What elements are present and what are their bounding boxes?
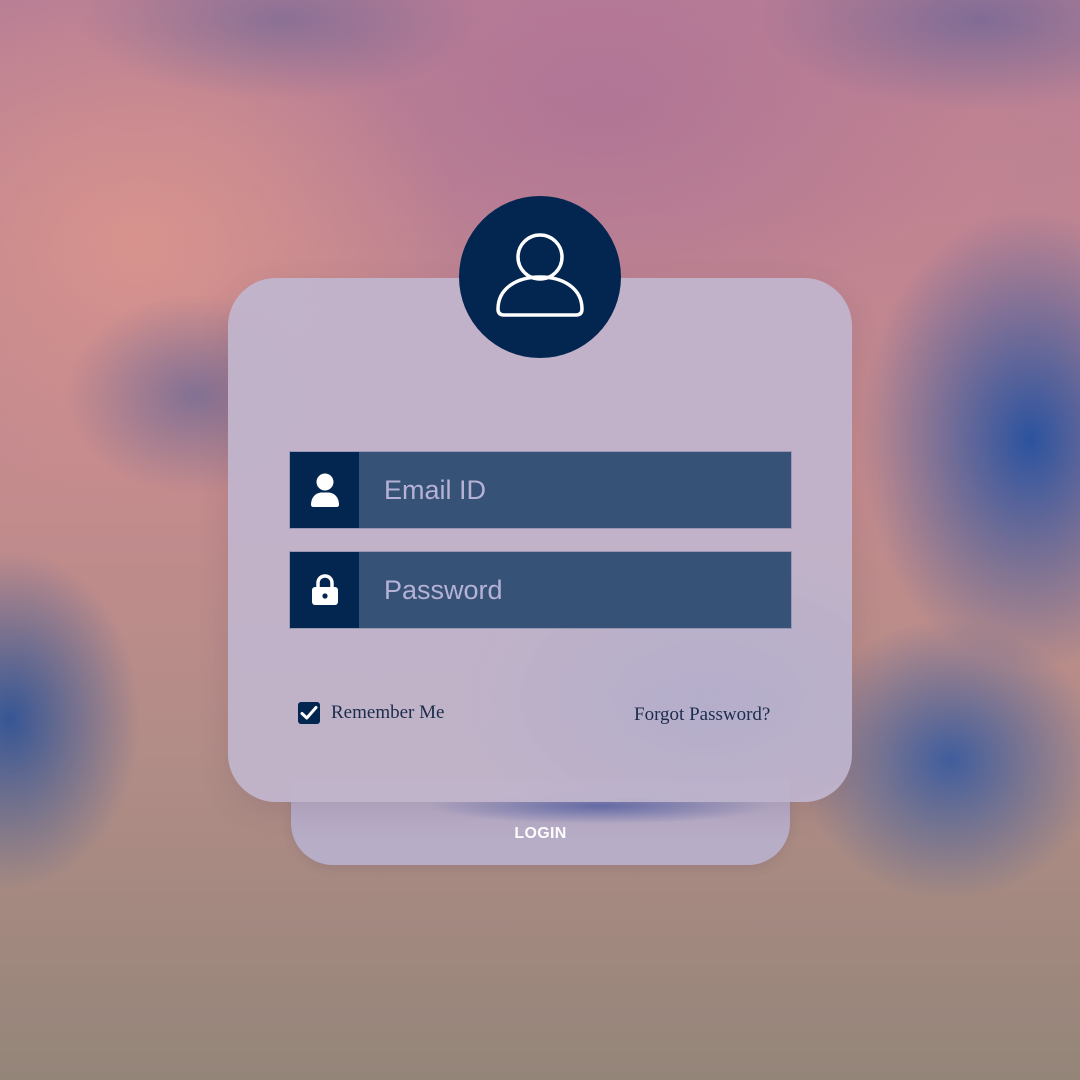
email-field-group [290, 452, 791, 528]
checkmark-icon [300, 706, 318, 720]
password-input[interactable] [359, 552, 791, 628]
email-input[interactable] [359, 452, 791, 528]
password-field-icon-box [290, 552, 359, 628]
email-field-icon-box [290, 452, 359, 528]
lock-icon [311, 574, 338, 605]
user-solid-icon [310, 473, 339, 507]
user-outline-icon [496, 233, 584, 317]
remember-me-checkbox[interactable] [298, 702, 320, 724]
remember-me-control[interactable]: Remember Me [298, 702, 444, 724]
password-field-group [290, 552, 791, 628]
remember-me-label: Remember Me [331, 702, 445, 723]
avatar [459, 196, 621, 358]
forgot-password-link[interactable]: Forgot Password? [634, 704, 770, 726]
